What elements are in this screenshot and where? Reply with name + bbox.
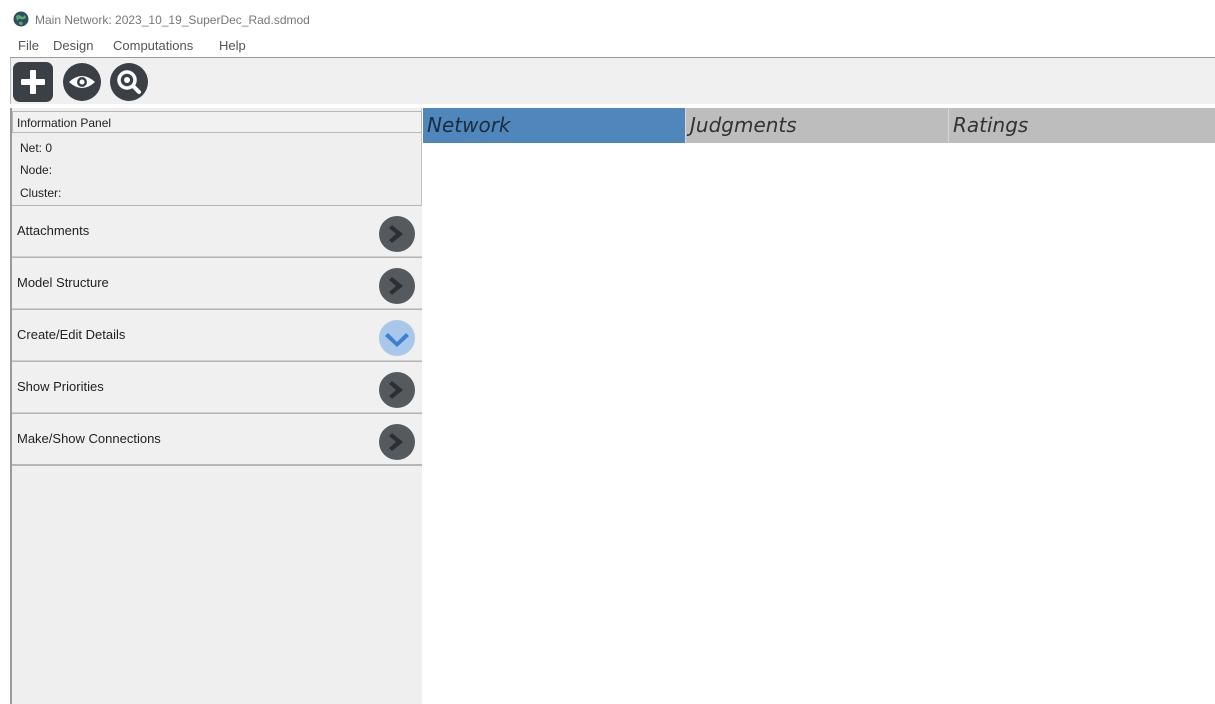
eye-icon[interactable] xyxy=(62,62,102,102)
toolbar xyxy=(10,57,1215,104)
tab-label: Judgments xyxy=(690,113,797,137)
chevron-right-icon[interactable] xyxy=(378,267,416,305)
section-label: Create/Edit Details xyxy=(17,327,126,342)
tab-ratings[interactable]: Ratings xyxy=(949,108,1215,143)
section-label: Make/Show Connections xyxy=(17,431,161,446)
details-area xyxy=(12,464,422,704)
chevron-right-icon[interactable] xyxy=(378,371,416,409)
section-create-edit-details[interactable]: Create/Edit Details xyxy=(12,309,422,361)
section-label: Model Structure xyxy=(17,275,109,290)
menu-file[interactable]: File xyxy=(18,38,39,53)
tab-judgments[interactable]: Judgments xyxy=(686,108,948,143)
search-icon[interactable] xyxy=(109,62,149,102)
menu-design[interactable]: Design xyxy=(53,38,93,53)
info-cluster: Cluster: xyxy=(20,186,62,200)
chevron-right-icon[interactable] xyxy=(378,423,416,461)
section-make-show-connections[interactable]: Make/Show Connections xyxy=(12,413,422,465)
chevron-down-icon[interactable] xyxy=(378,319,416,357)
menu-bar: File Design Computations Help xyxy=(0,36,1215,56)
information-panel-header: Information Panel xyxy=(12,111,422,133)
chevron-right-icon[interactable] xyxy=(378,215,416,253)
network-canvas[interactable] xyxy=(423,144,1215,704)
plus-icon[interactable] xyxy=(13,62,53,102)
section-attachments[interactable]: Attachments xyxy=(12,205,422,257)
info-node: Node: xyxy=(20,163,53,177)
tab-label: Ratings xyxy=(953,113,1029,137)
section-model-structure[interactable]: Model Structure xyxy=(12,257,422,309)
menu-computations[interactable]: Computations xyxy=(113,38,193,53)
info-net: Net: 0 xyxy=(20,141,53,155)
tab-bar: Network Judgments Ratings xyxy=(423,108,1215,143)
section-label: Show Priorities xyxy=(17,379,104,394)
title-bar: Main Network: 2023_10_19_SuperDec_Rad.sd… xyxy=(0,0,1215,34)
section-label: Attachments xyxy=(17,223,90,238)
globe-app-icon xyxy=(13,11,29,27)
information-panel-title: Information Panel xyxy=(17,116,112,130)
menu-help[interactable]: Help xyxy=(219,38,246,53)
section-show-priorities[interactable]: Show Priorities xyxy=(12,361,422,413)
tab-label: Network xyxy=(427,113,511,137)
left-panel: Information Panel Net: 0 Node: Cluster: … xyxy=(10,108,422,704)
tab-network[interactable]: Network xyxy=(423,108,685,143)
window-title: Main Network: 2023_10_19_SuperDec_Rad.sd… xyxy=(35,13,310,27)
